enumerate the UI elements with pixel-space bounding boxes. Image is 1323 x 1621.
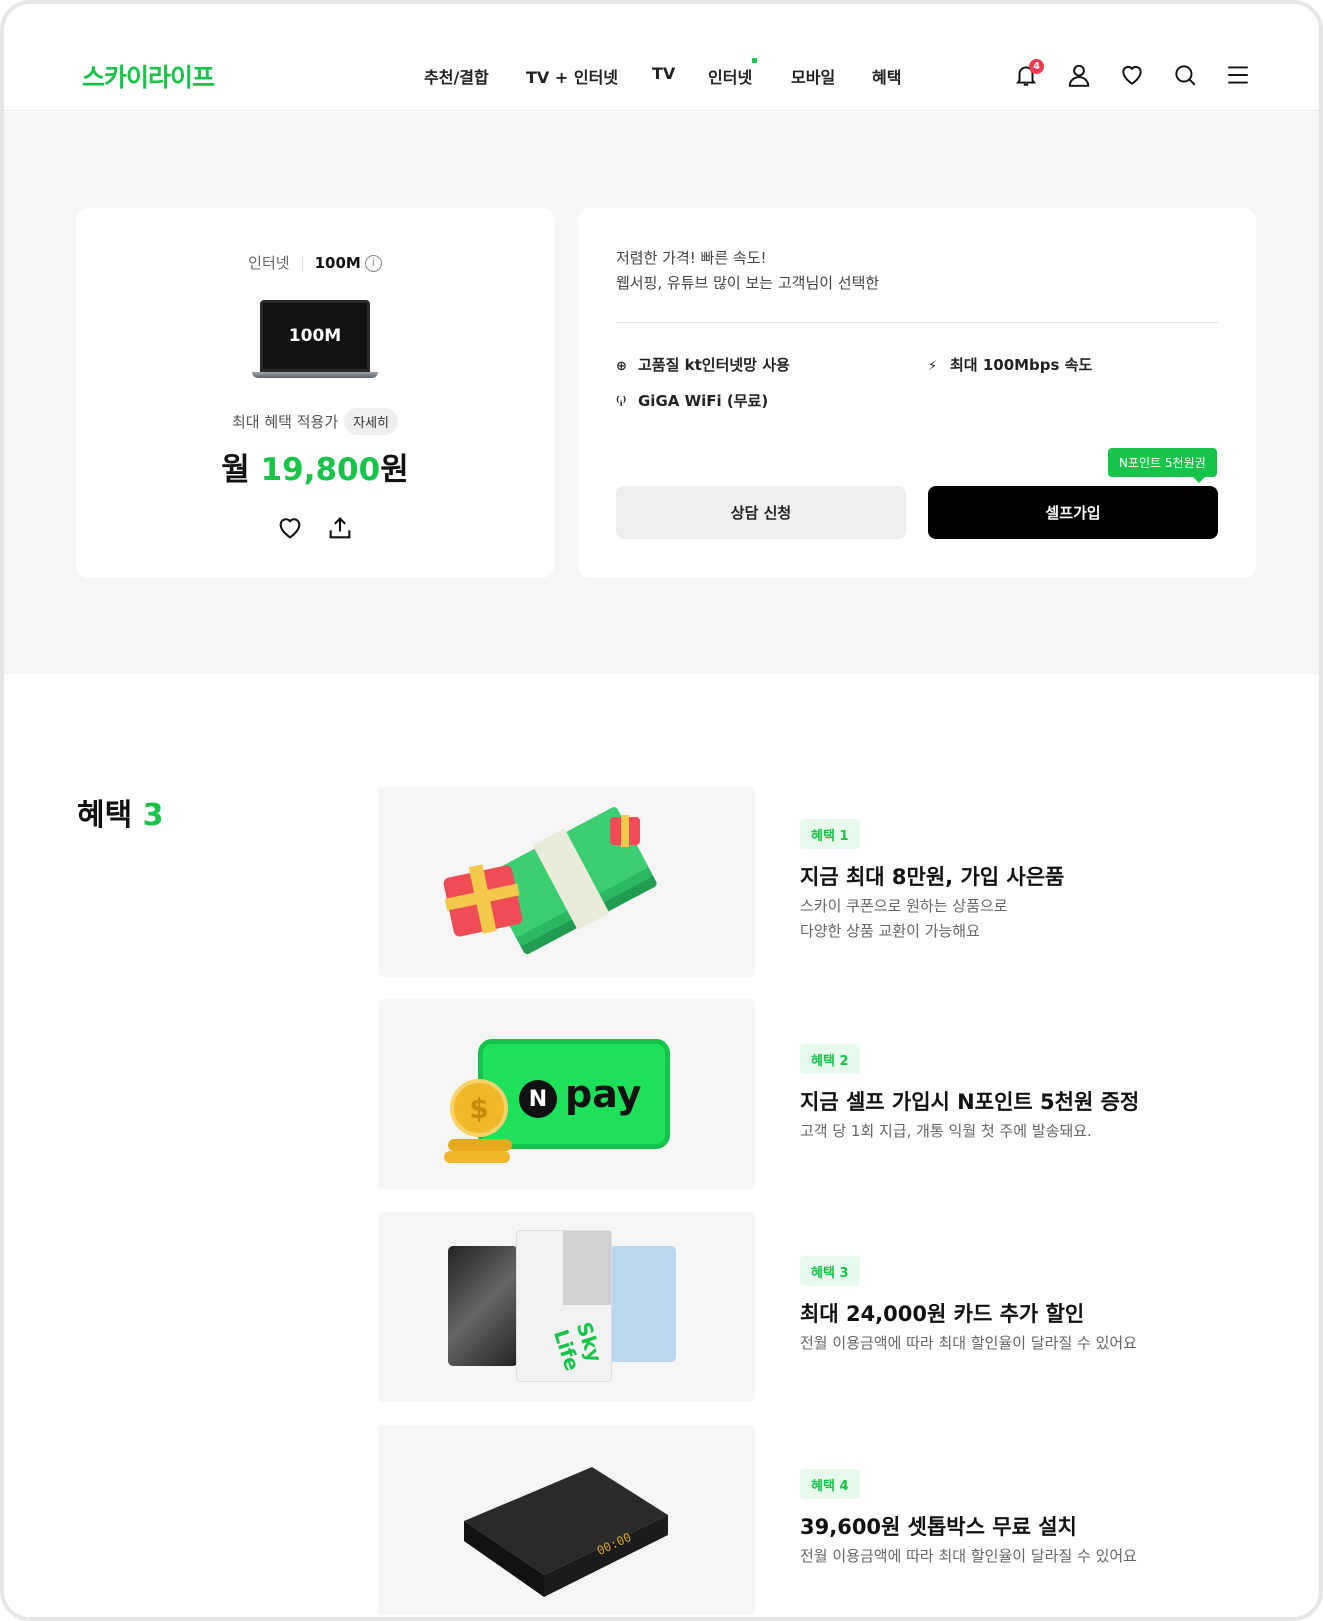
card-black — [448, 1246, 518, 1366]
benefit-2-image: N pay $ — [378, 999, 755, 1189]
nav-item-benefit[interactable]: 혜택 — [872, 64, 901, 88]
heart-icon[interactable] — [1119, 62, 1145, 88]
summary-divider — [616, 322, 1218, 323]
divider — [301, 257, 303, 270]
benefit-1-tag: 혜택 1 — [800, 819, 860, 849]
wifi-icon: ⁽ᵢ⁾ — [616, 395, 627, 410]
nav-item-mobile[interactable]: 모바일 — [791, 64, 835, 88]
benefit-2-title: 지금 셀프 가입시 N포인트 5천원 증정 — [800, 1090, 1140, 1114]
price-label-row: 최대 혜택 적용가 자세히 — [76, 408, 554, 435]
site-header: 스카이라이프 추천/결합 TV + 인터넷 TV 인터넷 모바일 혜택 4 — [4, 4, 1319, 111]
heart-icon[interactable] — [276, 514, 304, 542]
benefit-1-description: 스카이 쿠폰으로 원하는 상품으로 다양한 상품 교환이 가능해요 — [800, 894, 1008, 944]
card-white-stripe — [563, 1231, 611, 1305]
coin-stack — [444, 1151, 510, 1163]
money-gift-illustration — [443, 807, 657, 955]
product-summary-card: 저렴한 가격! 빠른 속도! 웹서핑, 유튜브 많이 보는 고객님이 선택한 ⊕… — [578, 208, 1256, 578]
coin-stack — [448, 1139, 512, 1151]
product-section: 인터넷100Mi 100M 최대 혜택 적용가자세히 월 19,800원 — [4, 112, 1319, 674]
benefit-4-tag: 혜택 4 — [800, 1469, 860, 1499]
logo[interactable]: 스카이라이프 — [82, 58, 215, 94]
notification-badge: 4 — [1029, 59, 1044, 74]
benefits-title-text: 혜택 — [77, 798, 143, 833]
laptop-screen-label: 100M — [260, 300, 370, 372]
benefit-1-title: 지금 최대 8만원, 가입 사은품 — [800, 865, 1065, 889]
benefit-4-description: 전월 이용금액에 따라 최대 할인율이 달라질 수 있어요 — [800, 1547, 1137, 1565]
npay-logo-text: pay — [565, 1072, 642, 1116]
laptop-image: 100M — [252, 300, 378, 384]
monthly-price: 월 19,800원 — [76, 444, 554, 489]
card-blue — [608, 1246, 676, 1362]
user-icon[interactable] — [1066, 62, 1092, 88]
benefit-4-title: 39,600원 셋톱박스 무료 설치 — [800, 1515, 1077, 1539]
card-actions — [76, 514, 554, 546]
price-value: 19,800 — [260, 452, 381, 488]
nav-item-tv-internet[interactable]: TV + 인터넷 — [526, 64, 618, 88]
product-heading: 인터넷 100M i — [76, 252, 554, 273]
feature-network: ⊕ 고품질 kt인터넷망 사용 — [616, 354, 790, 375]
laptop-base — [252, 372, 378, 378]
benefit-3-description: 전월 이용금액에 따라 최대 할인율이 달라질 수 있어요 — [800, 1334, 1137, 1352]
npoint-tooltip: N포인트 5천원권 — [1108, 448, 1217, 483]
product-category: 인터넷 — [248, 254, 290, 272]
nav-item-recommend[interactable]: 추천/결합 — [424, 64, 489, 88]
card-white: Sky Life — [516, 1230, 612, 1382]
detail-button[interactable]: 자세히 — [344, 408, 399, 435]
feature-wifi-label: GiGA WiFi (무료) — [638, 392, 769, 410]
benefits-count: 3 — [142, 798, 164, 833]
product-speed: 100M — [314, 254, 361, 272]
npay-card: N pay — [478, 1039, 670, 1149]
info-icon[interactable]: i — [364, 255, 382, 272]
price-suffix: 원 — [380, 452, 409, 488]
benefit-3-tag: 혜택 3 — [800, 1256, 860, 1286]
menu-icon[interactable] — [1225, 62, 1251, 88]
nav-item-internet[interactable]: 인터넷 — [708, 64, 752, 88]
product-description: 저렴한 가격! 빠른 속도! 웹서핑, 유튜브 많이 보는 고객님이 선택한 — [616, 246, 879, 296]
lightning-icon: ⚡ — [928, 359, 938, 374]
benefit-3-title: 최대 24,000원 카드 추가 할인 — [800, 1302, 1085, 1326]
globe-icon: ⊕ — [616, 359, 627, 374]
benefit-1-desc-line-1: 스카이 쿠폰으로 원하는 상품으로 — [800, 897, 1008, 915]
description-line-2: 웹서핑, 유튜브 많이 보는 고객님이 선택한 — [616, 274, 880, 292]
benefit-3-image: Sky Life — [378, 1212, 755, 1402]
share-icon[interactable] — [326, 514, 354, 542]
nav-item-tv[interactable]: TV — [652, 64, 675, 83]
benefit-4-image: 00:00 — [378, 1425, 755, 1615]
settop-box-illustration — [464, 1467, 668, 1597]
coin-icon: $ — [450, 1079, 508, 1137]
product-card: 인터넷 100M i 100M 최대 혜택 적용가 자세히 월 19,800원 — [76, 208, 554, 578]
page-frame: 스카이라이프 추천/결합 TV + 인터넷 TV 인터넷 모바일 혜택 4 인터… — [0, 0, 1323, 1621]
benefit-2-description: 고객 당 1회 지급, 개통 익월 첫 주에 발송돼요. — [800, 1122, 1092, 1140]
feature-wifi: ⁽ᵢ⁾ GiGA WiFi (무료) — [616, 390, 768, 411]
feature-speed-label: 최대 100Mbps 속도 — [950, 356, 1093, 374]
card-brand-text: Sky Life — [548, 1319, 608, 1374]
description-line-1: 저렴한 가격! 빠른 속도! — [616, 249, 767, 267]
feature-network-label: 고품질 kt인터넷망 사용 — [638, 356, 790, 374]
search-icon[interactable] — [1172, 62, 1198, 88]
feature-speed: ⚡ 최대 100Mbps 속도 — [928, 354, 1092, 375]
self-signup-button[interactable]: 셀프가입 — [928, 486, 1218, 539]
nav-active-dot — [752, 58, 757, 63]
price-label: 최대 혜택 적용가 — [231, 413, 339, 431]
benefit-1-image — [378, 787, 755, 977]
consult-button[interactable]: 상담 신청 — [616, 486, 906, 539]
benefit-1-desc-line-2: 다양한 상품 교환이 가능해요 — [800, 922, 980, 940]
price-prefix: 월 — [221, 452, 261, 488]
benefits-title: 혜택 3 — [77, 790, 164, 834]
benefit-2-tag: 혜택 2 — [800, 1044, 860, 1074]
npay-n-logo: N — [519, 1080, 557, 1118]
